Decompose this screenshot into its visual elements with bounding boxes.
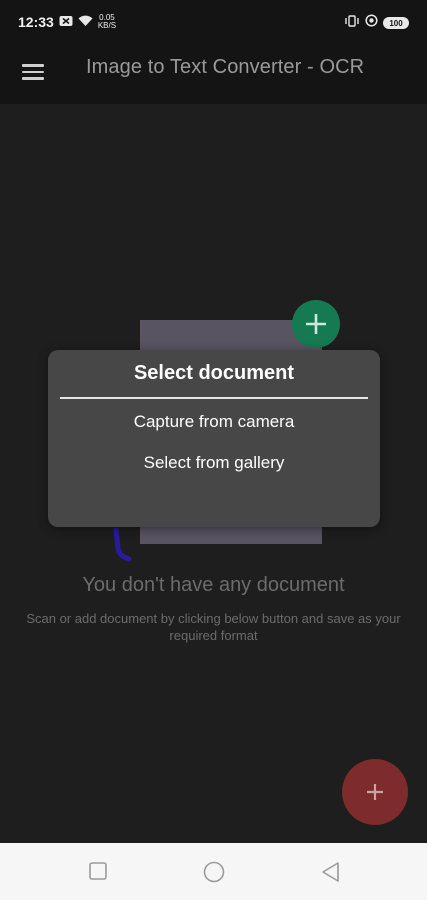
illustration-plus-icon: [292, 300, 340, 348]
capture-from-camera-option[interactable]: Capture from camera: [48, 412, 380, 432]
pen-illustration-icon: [112, 527, 136, 567]
app-title: Image to Text Converter - OCR: [86, 56, 365, 78]
dialog-divider: [60, 397, 368, 399]
status-time: 12:33: [18, 14, 54, 30]
navigation-bar: [0, 843, 427, 900]
select-from-gallery-option[interactable]: Select from gallery: [48, 453, 380, 473]
empty-state-subtitle: Scan or add document by clicking below b…: [26, 611, 401, 643]
home-circle-icon[interactable]: [202, 861, 226, 888]
network-speed: 0.05 KB/S: [98, 14, 116, 30]
status-right: 100: [344, 14, 409, 32]
network-speed-unit: KB/S: [97, 21, 117, 30]
data-saver-icon: [365, 14, 378, 32]
status-left: 12:33 0.05 KB/S: [18, 14, 116, 31]
back-triangle-icon[interactable]: [320, 861, 340, 888]
hamburger-menu-icon[interactable]: [22, 60, 46, 82]
app-bar: Image to Text Converter - OCR: [0, 44, 427, 104]
dialog-title: Select document: [133, 362, 295, 384]
notification-x-icon: [59, 14, 73, 30]
select-document-dialog: Select document Capture from camera Sele…: [48, 350, 380, 527]
wifi-icon: [78, 14, 93, 30]
add-document-button[interactable]: [342, 759, 408, 825]
recents-square-icon[interactable]: [88, 861, 108, 886]
empty-state-title: You don't have any document: [82, 574, 345, 596]
battery-icon: 100: [383, 17, 409, 29]
vibrate-icon: [344, 14, 360, 32]
plus-icon: [367, 784, 383, 800]
status-bar: 12:33 0.05 KB/S 100: [0, 0, 427, 44]
